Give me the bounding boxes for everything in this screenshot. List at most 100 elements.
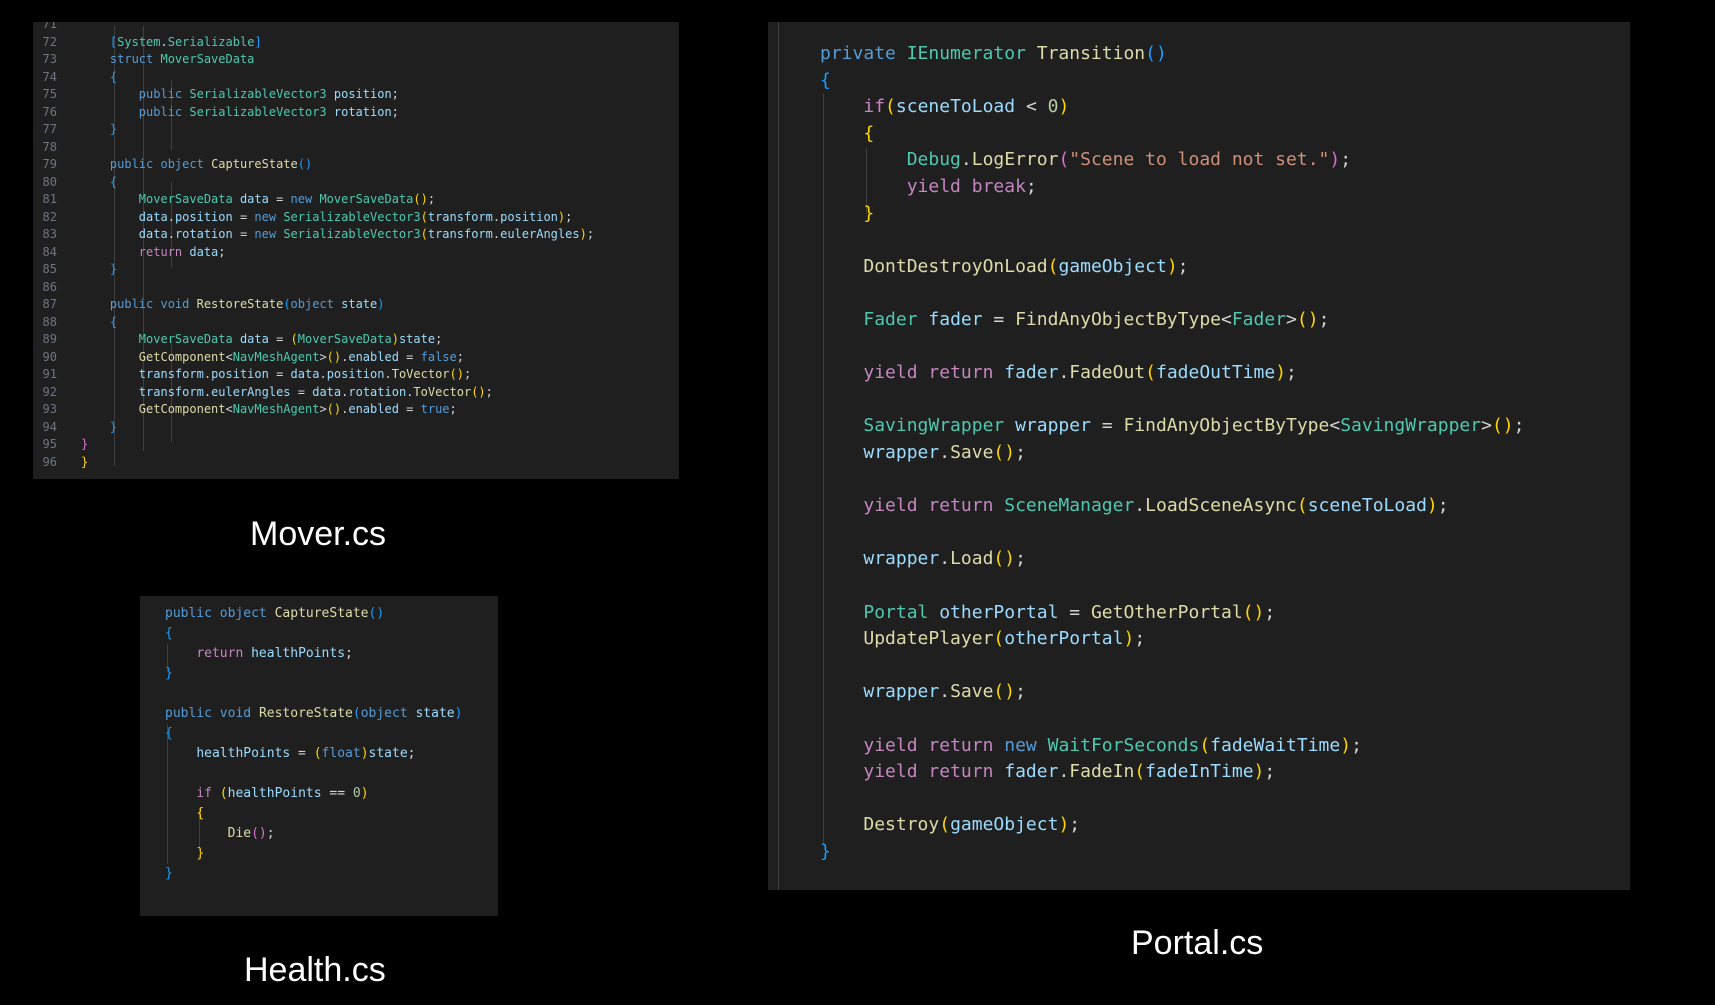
code-token: .	[1058, 761, 1070, 783]
code-token: =	[268, 332, 291, 346]
code-token: )	[1275, 362, 1287, 384]
code-line: GetComponent<NavMeshAgent>().enabled = t…	[81, 401, 457, 419]
code-token: wrapper	[863, 681, 940, 703]
code-token: ()	[251, 826, 267, 841]
code-token: fadeWaitTime	[1210, 734, 1341, 756]
code-token: Destroy	[863, 814, 940, 836]
code-token: Portal	[863, 601, 940, 623]
code-token: ;	[449, 402, 457, 416]
code-token: fadeOutTime	[1155, 362, 1276, 384]
code-token: new	[1004, 734, 1048, 756]
code-line: }	[81, 121, 117, 139]
code-line: yield break;	[820, 174, 1037, 201]
code-token: state	[398, 332, 436, 346]
indent-guide	[778, 22, 779, 890]
code-token: UpdatePlayer	[863, 628, 994, 650]
code-token: .	[203, 367, 212, 381]
mover-caption: Mover.cs	[250, 515, 387, 553]
code-token: object	[219, 606, 275, 621]
code-token: )	[1340, 734, 1352, 756]
code-token: ()	[471, 384, 486, 399]
code-line: }	[81, 436, 88, 454]
code-token: wrapper	[863, 548, 940, 570]
code-token: .	[1134, 495, 1146, 517]
line-number: 96	[42, 454, 57, 469]
code-token: transform	[138, 367, 204, 381]
code-token: 0	[352, 786, 361, 801]
code-token: public	[138, 87, 190, 101]
code-token: {	[109, 174, 118, 189]
line-number: 79	[42, 157, 57, 171]
code-token: ()	[1296, 309, 1319, 330]
code-line: Portal otherPortal = GetOtherPortal();	[820, 600, 1275, 627]
code-token: return	[928, 362, 1005, 384]
code-token: ;	[407, 746, 416, 761]
code-token: .	[167, 227, 175, 241]
code-token: Save	[950, 681, 994, 703]
code-token: DontDestroyOnLoad	[863, 255, 1048, 277]
code-token: MoverSaveData	[138, 192, 240, 206]
code-token: return	[928, 761, 1005, 783]
code-token: }	[109, 122, 118, 136]
code-token: yield	[863, 362, 929, 384]
code-token: }	[863, 202, 875, 224]
code-token: )	[1123, 628, 1135, 650]
code-token: return	[928, 495, 1005, 517]
code-token: new	[290, 192, 320, 206]
code-token: gameObject	[1058, 255, 1167, 277]
code-token: =	[290, 384, 313, 399]
code-token: ;	[456, 349, 464, 364]
code-token: transform	[138, 384, 204, 399]
code-token: public	[138, 104, 190, 119]
code-token: ==	[321, 786, 353, 801]
code-token: void	[219, 706, 259, 721]
code-token: fader	[1004, 761, 1059, 783]
code-line: wrapper.Save();	[820, 440, 1026, 467]
line-number: 89	[42, 332, 57, 346]
code-line: public SerializableVector3 position;	[81, 86, 399, 104]
code-token: LogError	[971, 149, 1059, 171]
portal-code-panel: private IEnumerator Transition(){ if(sce…	[768, 22, 1630, 890]
code-token: ;	[1015, 442, 1026, 463]
code-token: FadeOut	[1069, 362, 1146, 384]
code-token: {	[165, 726, 173, 741]
line-number: 71	[42, 22, 57, 31]
code-token: =	[290, 746, 314, 761]
code-token: otherPortal	[939, 601, 1059, 623]
code-token: {	[165, 626, 173, 641]
code-token: =	[232, 227, 255, 241]
code-token: Debug	[906, 149, 961, 171]
code-line: yield return fader.FadeOut(fadeOutTime);	[820, 360, 1297, 387]
line-number: 77	[42, 122, 57, 136]
code-token: =	[268, 367, 291, 381]
code-line: data.position = new SerializableVector3(…	[81, 209, 573, 227]
code-token: object	[290, 297, 342, 311]
code-line: public object CaptureState()	[81, 156, 312, 174]
code-token: healthPoints	[251, 646, 346, 661]
code-token: SerializableVector3	[189, 87, 334, 101]
code-token: fader	[1004, 362, 1059, 384]
code-token: <	[1329, 415, 1341, 437]
code-token: CaptureState	[211, 157, 298, 171]
health-code-panel: public object CaptureState(){ return hea…	[140, 596, 498, 916]
line-number: 94	[42, 419, 57, 434]
line-number: 91	[42, 367, 57, 381]
code-line: MoverSaveData data = new MoverSaveData()…	[81, 191, 435, 209]
code-token: (	[939, 814, 951, 836]
code-line: yield return new WaitForSeconds(fadeWait…	[820, 733, 1362, 760]
code-token: ;	[1340, 149, 1352, 171]
code-token: ()	[326, 402, 342, 416]
code-token: System	[117, 34, 161, 49]
code-line: {	[820, 68, 831, 95]
